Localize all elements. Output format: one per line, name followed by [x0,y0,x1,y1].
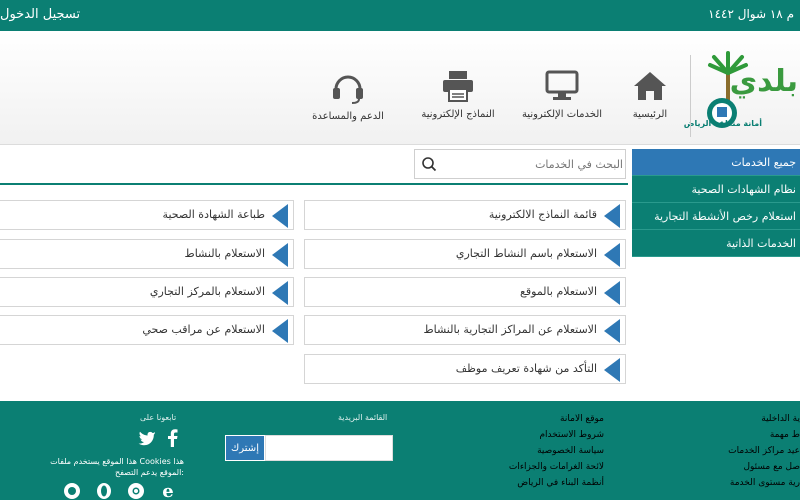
sidebar-item-self-services[interactable]: الخدمات الذاتية [632,230,800,257]
headset-icon [333,75,363,104]
nav-support[interactable]: الدعم والمساعدة [304,69,392,122]
service-item[interactable]: الاستعلام بالنشاط [0,239,294,269]
service-label: الاستعلام عن مراقب صحي [142,323,265,336]
service-label: الاستعلام باسم النشاط التجاري [455,247,597,260]
nav-e-services-label: الخدمات الإلكترونية [521,109,603,120]
arrow-left-icon [604,281,620,305]
login-link[interactable]: تسجيل الدخول [0,7,80,22]
service-item[interactable]: الاستعلام عن المراكز التجارية بالنشاط [304,315,626,345]
nav-home[interactable]: الرئيسية [622,69,678,120]
service-label: الاستعلام عن المراكز التجارية بالنشاط [423,323,597,336]
arrow-left-icon [604,358,620,382]
service-item[interactable]: الاستعلام بالمركز التجاري [0,277,294,307]
footer-link[interactable]: موقع الامانة [480,414,604,424]
service-item[interactable]: التأكد من شهادة تعريف موظف [304,354,626,384]
hijri-date: م ١٨ شوال ١٤٤٢ [708,7,794,21]
service-label: الاستعلام بالمركز التجاري [149,285,265,298]
service-label: قائمة النماذج الالكترونية [488,208,597,221]
subscribe-button[interactable]: إشترك [225,435,265,461]
service-label: التأكد من شهادة تعريف موظف [455,362,597,375]
service-label: الاستعلام بالموقع [520,285,597,298]
footer-link[interactable]: ط مهمة [700,430,800,440]
svg-text:e: e [162,481,173,499]
monitor-icon [545,70,579,100]
footer [0,401,800,500]
nav-e-forms[interactable]: النماذج الإلكترونية [410,69,506,120]
service-search [414,149,626,179]
header-divider [690,55,691,137]
logo-caption: أمانة منطقة الرياض [683,119,762,128]
footer-link[interactable]: صل مع مسئول [700,462,800,472]
service-item[interactable]: الاستعلام باسم النشاط التجاري [304,239,626,269]
footer-link[interactable]: سياسة الخصوصية [480,446,604,456]
footer-column-main: ية الداخلية ط مهمة عيد مراكز الخدمات صل … [700,414,800,494]
arrow-left-icon [272,243,288,267]
footer-column-links: موقع الامانة شروط الاستخدام سياسة الخصوص… [480,414,604,494]
internet-explorer-icon: e [162,481,173,499]
services-sidebar: جميع الخدمات نظام الشهادات الصحية استعلا… [632,149,800,257]
search-input[interactable] [445,154,623,174]
service-label: الاستعلام بالنشاط [184,247,265,260]
chrome-icon [128,483,144,499]
arrow-left-icon [604,204,620,228]
header: بلدي أمانة منطقة الرياض الرئيسية الخدمات… [0,31,800,145]
section-divider [0,183,628,185]
footer-link[interactable]: ية الداخلية [700,414,800,424]
service-item[interactable]: الاستعلام بالموقع [304,277,626,307]
arrow-left-icon [272,204,288,228]
nav-e-services[interactable]: الخدمات الإلكترونية [514,69,610,120]
printer-icon [443,71,473,102]
sidebar-item-all-services[interactable]: جميع الخدمات [632,149,800,176]
footer-link[interactable]: لائحة الغرامات والجزاءات [480,462,604,472]
firefox-icon [64,483,80,499]
nav-support-label: الدعم والمساعدة [312,111,384,122]
arrow-left-icon [272,281,288,305]
facebook-icon[interactable] [166,429,178,447]
logo-text: بلدي [730,64,798,99]
footer-link[interactable]: أنظمة البناء في الرياض [480,478,604,488]
opera-icon [97,483,111,499]
footer-link[interactable]: رية مستوى الخدمة [700,478,800,488]
twitter-icon[interactable] [138,430,156,446]
top-bar: تسجيل الدخول م ١٨ شوال ١٤٤٢ [0,0,800,31]
newsletter-email-input[interactable] [265,435,393,461]
home-icon [634,72,666,100]
arrow-left-icon [272,319,288,343]
follow-us-title: تابعونا على [140,413,177,422]
footer-link[interactable]: عيد مراكز الخدمات [700,446,800,456]
sidebar-item-commercial-licenses[interactable]: استعلام رخص الأنشطة التجارية [632,203,800,230]
newsletter-title: القائمة البريدية [338,413,388,422]
arrow-left-icon [604,319,620,343]
service-item[interactable]: طباعة الشهادة الصحية [0,200,294,230]
nav-home-label: الرئيسية [632,109,668,120]
service-item[interactable]: الاستعلام عن مراقب صحي [0,315,294,345]
nav-e-forms-label: النماذج الإلكترونية [421,109,495,120]
sidebar-item-health-certificates[interactable]: نظام الشهادات الصحية [632,176,800,203]
service-item[interactable]: قائمة النماذج الالكترونية [304,200,626,230]
cookie-notice: هذا الموقع يستخدم ملفات Cookies هذا المو… [50,457,184,477]
service-label: طباعة الشهادة الصحية [162,208,265,221]
footer-link[interactable]: شروط الاستخدام [480,430,604,440]
arrow-left-icon [604,243,620,267]
search-icon[interactable] [421,156,437,172]
